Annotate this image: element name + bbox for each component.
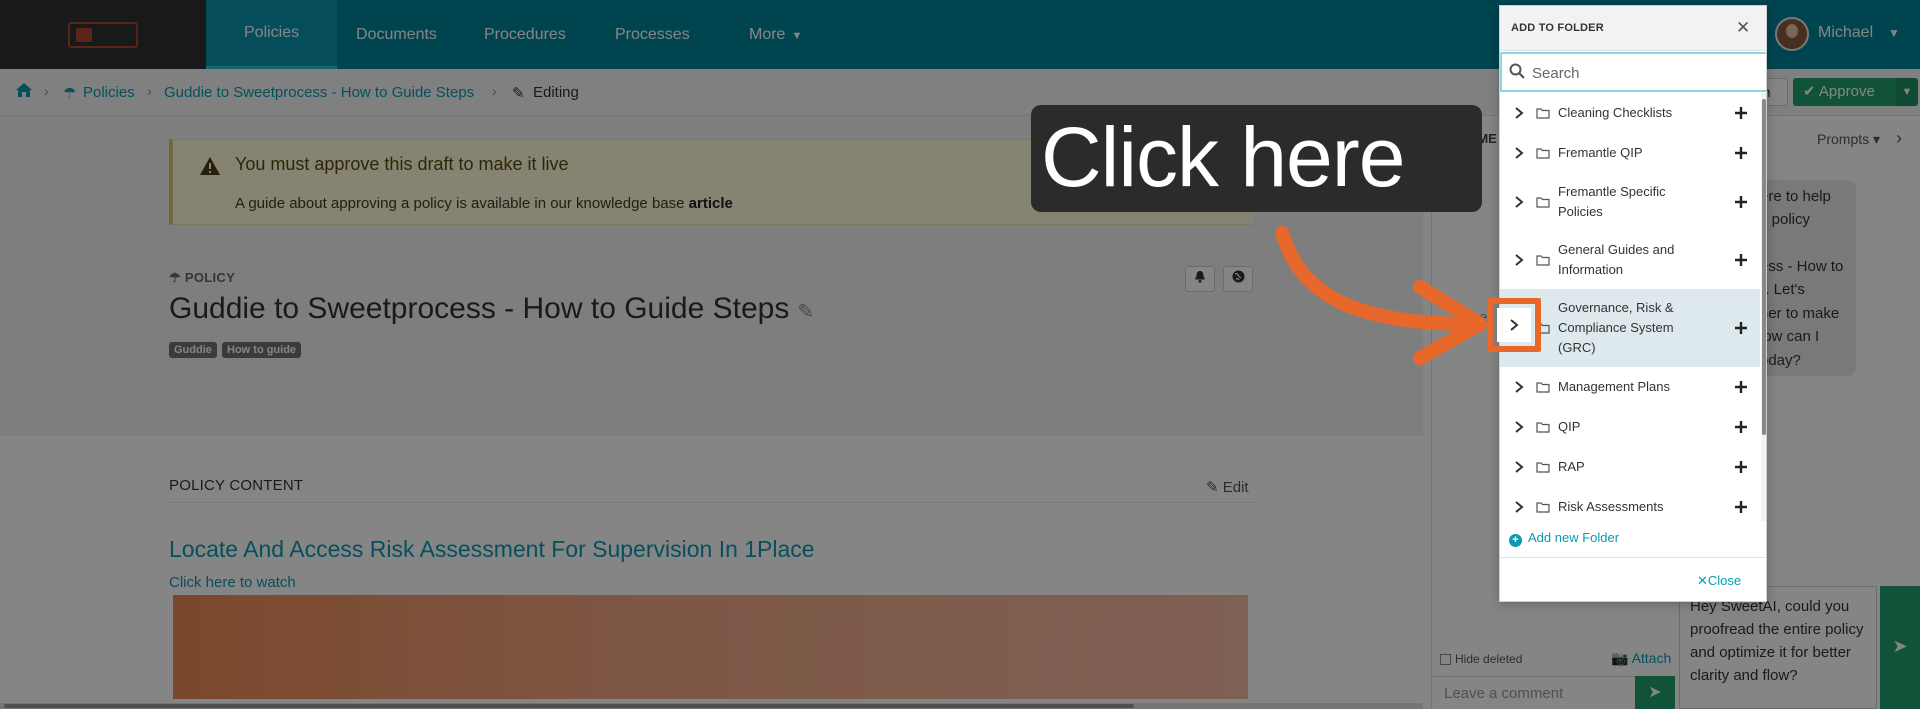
plus-icon[interactable]: [1734, 420, 1748, 434]
chevron-right-icon[interactable]: [1512, 380, 1526, 394]
plus-circle-icon: +: [1509, 534, 1522, 547]
folder-row[interactable]: Fremantle Specific Policies: [1500, 173, 1760, 231]
chevron-right-icon[interactable]: [1512, 195, 1526, 209]
plus-icon[interactable]: [1734, 380, 1748, 394]
add-new-folder-button[interactable]: + Add new Folder: [1509, 530, 1619, 547]
folder-row[interactable]: Cleaning Checklists: [1500, 93, 1760, 133]
annotation-callout-text: Click here: [1041, 110, 1405, 204]
chevron-right-icon[interactable]: [1512, 420, 1526, 434]
plus-icon[interactable]: [1734, 500, 1748, 514]
folder-label: Risk Assessments: [1558, 499, 1664, 514]
plus-icon[interactable]: [1734, 460, 1748, 474]
folder-label: Fremantle QIP: [1558, 145, 1643, 160]
folder-label: QIP: [1558, 419, 1581, 434]
chevron-right-icon[interactable]: [1512, 460, 1526, 474]
folder-icon: [1536, 108, 1550, 119]
folder-list-scrollbar-thumb[interactable]: [1762, 99, 1766, 435]
close-icon[interactable]: ✕: [1736, 18, 1750, 38]
close-label: Close: [1707, 573, 1742, 588]
dialog-title: ADD TO FOLDER: [1511, 22, 1604, 34]
close-button[interactable]: ✕Close: [1697, 573, 1741, 589]
folder-icon: [1536, 422, 1550, 433]
folder-search-input[interactable]: [1532, 63, 1752, 83]
plus-icon[interactable]: [1734, 321, 1748, 335]
folder-icon: [1536, 462, 1550, 473]
chevron-right-icon[interactable]: [1512, 106, 1526, 120]
plus-icon[interactable]: [1734, 253, 1748, 267]
folder-row[interactable]: Fremantle QIP: [1500, 133, 1760, 173]
plus-icon[interactable]: [1734, 195, 1748, 209]
folder-label: Governance, Risk & Compliance System (GR…: [1558, 300, 1674, 355]
folder-label: Management Plans: [1558, 379, 1671, 394]
folder-row[interactable]: Management Plans: [1500, 367, 1760, 407]
dialog-footer: ✕Close: [1500, 557, 1766, 601]
plus-icon[interactable]: [1734, 146, 1748, 160]
folder-row[interactable]: QIP: [1500, 407, 1760, 447]
folder-icon: [1536, 382, 1550, 393]
chevron-right-icon[interactable]: [1512, 253, 1526, 267]
add-new-folder-label: Add new Folder: [1528, 530, 1620, 545]
folder-row[interactable]: Risk Assessments: [1500, 487, 1760, 527]
folder-icon: [1536, 148, 1550, 159]
folder-row[interactable]: General Guides and Information: [1500, 231, 1760, 289]
folder-row[interactable]: RAP: [1500, 447, 1760, 487]
chevron-right-icon[interactable]: [1497, 308, 1531, 342]
folder-search-box[interactable]: [1500, 52, 1766, 92]
folder-label: General Guides and Information: [1558, 242, 1675, 277]
chevron-right-icon[interactable]: [1512, 500, 1526, 514]
folder-label: Cleaning Checklists: [1558, 105, 1673, 120]
folder-label: Fremantle Specific Policies: [1558, 184, 1666, 219]
folder-icon: [1536, 502, 1550, 513]
folder-label: RAP: [1558, 459, 1585, 474]
close-icon: ✕: [1697, 573, 1708, 588]
search-icon: [1509, 63, 1525, 79]
dialog-header: ADD TO FOLDER ✕: [1500, 6, 1766, 51]
chevron-right-icon[interactable]: [1512, 146, 1526, 160]
folder-icon: [1536, 197, 1550, 208]
folder-icon: [1536, 255, 1550, 266]
plus-icon[interactable]: [1734, 106, 1748, 120]
